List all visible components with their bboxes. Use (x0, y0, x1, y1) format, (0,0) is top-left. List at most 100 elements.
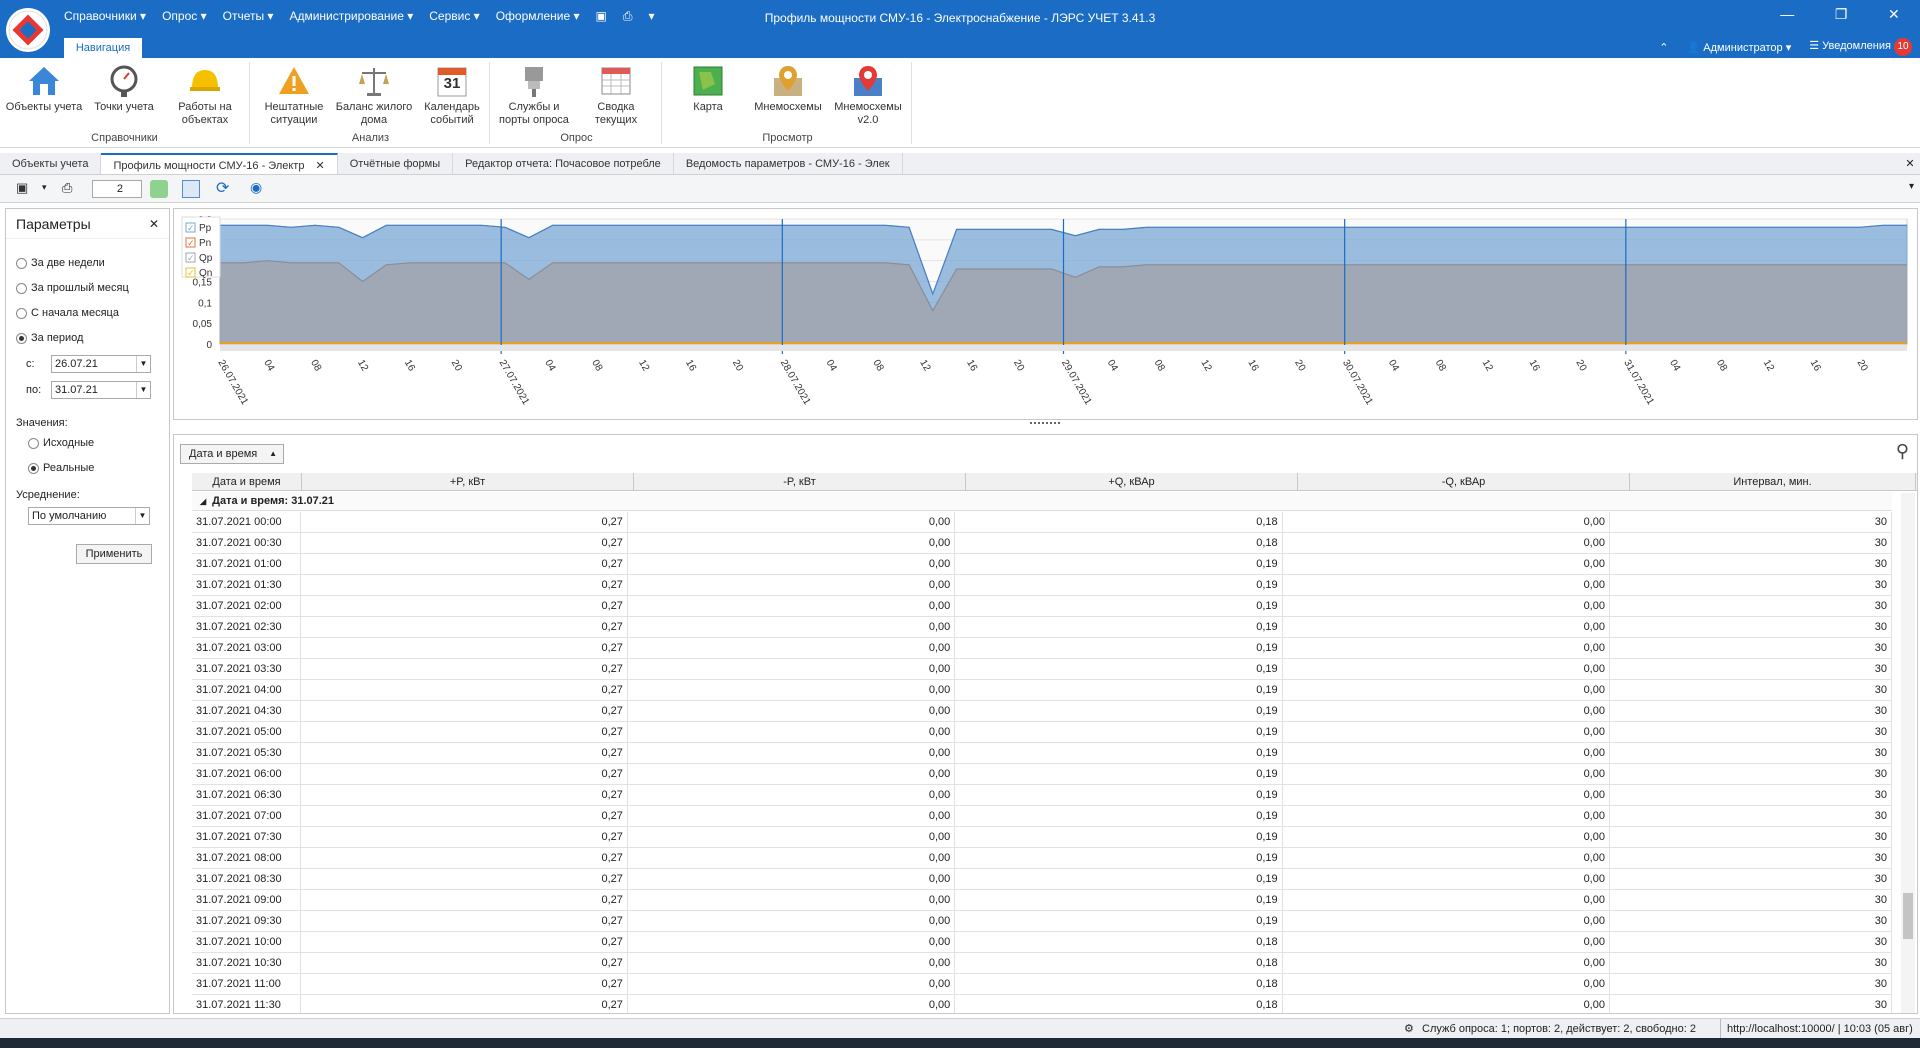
menu-administration[interactable]: Администрирование ▾ (289, 9, 413, 27)
close-parameters-icon[interactable]: ✕ (149, 209, 159, 239)
export-icon[interactable]: ▣ (16, 180, 28, 196)
table-row[interactable]: 31.07.2021 04:30 0,27 0,00 0,19 0,00 30 (192, 701, 1892, 722)
scrollbar-thumb[interactable] (1903, 893, 1913, 939)
tab-objects[interactable]: Объекты учета (0, 153, 102, 174)
status-green-icon[interactable] (150, 180, 168, 198)
notifications-button[interactable]: ☰ Уведомления 10 (1809, 38, 1912, 56)
table-row[interactable]: 31.07.2021 11:00 0,27 0,00 0,18 0,00 30 (192, 974, 1892, 995)
group-row[interactable]: ◢ Дата и время: 31.07.21 (192, 492, 1892, 511)
column-header[interactable]: Дата и время (192, 473, 302, 490)
quick-save-icon[interactable]: ▣ (596, 9, 607, 27)
table-row[interactable]: 31.07.2021 06:00 0,27 0,00 0,19 0,00 30 (192, 764, 1892, 785)
restore-icon[interactable]: ❐ (1835, 6, 1848, 30)
to-date-dropdown-icon[interactable]: ▼ (136, 382, 150, 398)
time-scrollbar (220, 345, 1907, 351)
close-tab-icon[interactable]: ✕ (316, 160, 325, 172)
table-row[interactable]: 31.07.2021 04:00 0,27 0,00 0,19 0,00 30 (192, 680, 1892, 701)
polling-services-button[interactable]: Службы и порты опроса (494, 64, 574, 127)
table-row[interactable]: 31.07.2021 05:30 0,27 0,00 0,19 0,00 30 (192, 743, 1892, 764)
column-header[interactable]: Интервал, мин. (1630, 473, 1916, 490)
column-header[interactable]: +P, кВт (302, 473, 634, 490)
table-row[interactable]: 31.07.2021 03:00 0,27 0,00 0,19 0,00 30 (192, 638, 1892, 659)
menu-directories[interactable]: Справочники ▾ (64, 9, 146, 27)
tab-parameters-sheet[interactable]: Ведомость параметров - СМУ-16 - Элек (674, 153, 903, 174)
close-window-icon[interactable]: ✕ (1888, 6, 1900, 30)
group-by-date-button[interactable]: Дата и время ▲ (180, 444, 284, 464)
column-header[interactable]: -P, кВт (634, 473, 966, 490)
objects-button[interactable]: Объекты учета (4, 64, 84, 114)
mnemonics-v2-button[interactable]: Мнемосхемы v2.0 (828, 64, 908, 127)
table-row[interactable]: 31.07.2021 09:00 0,27 0,00 0,19 0,00 30 (192, 890, 1892, 911)
collapse-ribbon-icon[interactable]: ⌃ (1659, 41, 1668, 54)
period-last-month[interactable]: За прошлый месяц (16, 282, 129, 294)
works-button[interactable]: Работы на объектах (165, 64, 245, 127)
table-row[interactable]: 31.07.2021 06:30 0,27 0,00 0,19 0,00 30 (192, 785, 1892, 806)
incidents-button[interactable]: Нештатные ситуации (254, 64, 334, 127)
period-month-start[interactable]: С начала месяца (16, 307, 119, 319)
map-button[interactable]: Карта (668, 64, 748, 114)
minimize-icon[interactable]: — (1780, 6, 1794, 30)
metering-points-button[interactable]: Точки учета (84, 64, 164, 114)
ribbon-tab-navigation[interactable]: Навигация (64, 38, 142, 58)
from-date-dropdown-icon[interactable]: ▼ (136, 356, 150, 372)
table-row[interactable]: 31.07.2021 02:00 0,27 0,00 0,19 0,00 30 (192, 596, 1892, 617)
period-two-weeks[interactable]: За две недели (16, 257, 105, 269)
quick-print-icon[interactable]: ⎙ (623, 9, 633, 27)
counter-stepper[interactable]: 2 (92, 180, 142, 198)
quick-access-dropdown-icon[interactable]: ▾ (649, 9, 655, 27)
table-row[interactable]: 31.07.2021 08:00 0,27 0,00 0,19 0,00 30 (192, 848, 1892, 869)
user-menu[interactable]: 👤 Администратор ▾ (1687, 41, 1792, 54)
search-icon[interactable]: ⚲ (1896, 441, 1909, 462)
table-row[interactable]: 31.07.2021 00:00 0,27 0,00 0,18 0,00 30 (192, 512, 1892, 533)
x-hour-label: 08 (1433, 358, 1448, 374)
tab-power-profile[interactable]: Профиль мощности СМУ-16 - Электр ✕ (101, 153, 338, 174)
house-balance-button[interactable]: Баланс жилого дома (334, 64, 414, 127)
table-cell: 0,19 (955, 659, 1283, 679)
table-row[interactable]: 31.07.2021 02:30 0,27 0,00 0,19 0,00 30 (192, 617, 1892, 638)
table-row[interactable]: 31.07.2021 07:30 0,27 0,00 0,19 0,00 30 (192, 827, 1892, 848)
group-collapse-icon[interactable]: ◢ (200, 497, 206, 506)
table-row[interactable]: 31.07.2021 10:00 0,27 0,00 0,18 0,00 30 (192, 932, 1892, 953)
splitter-handle[interactable] (1030, 422, 1060, 428)
table-row[interactable]: 31.07.2021 05:00 0,27 0,00 0,19 0,00 30 (192, 722, 1892, 743)
table-row[interactable]: 31.07.2021 07:00 0,27 0,00 0,19 0,00 30 (192, 806, 1892, 827)
current-summary-button[interactable]: Сводка текущих (576, 64, 656, 127)
layout-panel-icon[interactable] (182, 180, 200, 198)
table-cell: 0,00 (628, 512, 956, 532)
vertical-scrollbar[interactable] (1901, 493, 1915, 1013)
table-row[interactable]: 31.07.2021 08:30 0,27 0,00 0,19 0,00 30 (192, 869, 1892, 890)
menu-polling[interactable]: Опрос ▾ (162, 9, 207, 27)
table-cell: 0,18 (955, 512, 1283, 532)
apply-button[interactable]: Применить (76, 544, 152, 564)
event-calendar-button[interactable]: 31 Календарь событий (412, 64, 492, 127)
tab-report-forms[interactable]: Отчётные формы (338, 153, 454, 174)
table-row[interactable]: 31.07.2021 11:30 0,27 0,00 0,18 0,00 30 (192, 995, 1892, 1013)
table-row[interactable]: 31.07.2021 00:30 0,27 0,00 0,18 0,00 30 (192, 533, 1892, 554)
column-header[interactable]: +Q, кВАр (966, 473, 1298, 490)
refresh-icon[interactable]: ⟳ (216, 178, 229, 198)
mnemonics-button[interactable]: Мнемосхемы (748, 64, 828, 114)
tab-report-editor[interactable]: Редактор отчета: Почасовое потребле (453, 153, 674, 174)
menu-appearance[interactable]: Оформление ▾ (496, 9, 580, 27)
menu-reports[interactable]: Отчеты ▾ (223, 9, 274, 27)
averaging-dropdown-icon[interactable]: ▼ (135, 508, 149, 524)
menu-service[interactable]: Сервис ▾ (429, 9, 479, 27)
values-real[interactable]: Реальные (28, 462, 94, 474)
app-logo-icon[interactable] (6, 8, 50, 52)
export-dropdown-icon[interactable]: ▾ (42, 182, 47, 193)
table-row[interactable]: 31.07.2021 09:30 0,27 0,00 0,19 0,00 30 (192, 911, 1892, 932)
toolbar-overflow-icon[interactable]: ▾ (1909, 181, 1914, 192)
values-raw[interactable]: Исходные (28, 437, 94, 449)
to-date-input[interactable]: 31.07.21 ▼ (51, 381, 151, 399)
from-date-input[interactable]: 26.07.21 ▼ (51, 355, 151, 373)
close-all-tabs-icon[interactable]: ✕ (1900, 153, 1920, 174)
table-row[interactable]: 31.07.2021 03:30 0,27 0,00 0,19 0,00 30 (192, 659, 1892, 680)
lightbulb-icon[interactable]: ◉ (250, 179, 262, 196)
table-row[interactable]: 31.07.2021 10:30 0,27 0,00 0,18 0,00 30 (192, 953, 1892, 974)
table-row[interactable]: 31.07.2021 01:00 0,27 0,00 0,19 0,00 30 (192, 554, 1892, 575)
averaging-select[interactable]: По умолчанию ▼ (28, 507, 150, 525)
period-custom[interactable]: За период (16, 332, 83, 344)
table-row[interactable]: 31.07.2021 01:30 0,27 0,00 0,19 0,00 30 (192, 575, 1892, 596)
column-header[interactable]: -Q, кВАр (1298, 473, 1630, 490)
print-icon[interactable]: ⎙ (62, 180, 72, 196)
